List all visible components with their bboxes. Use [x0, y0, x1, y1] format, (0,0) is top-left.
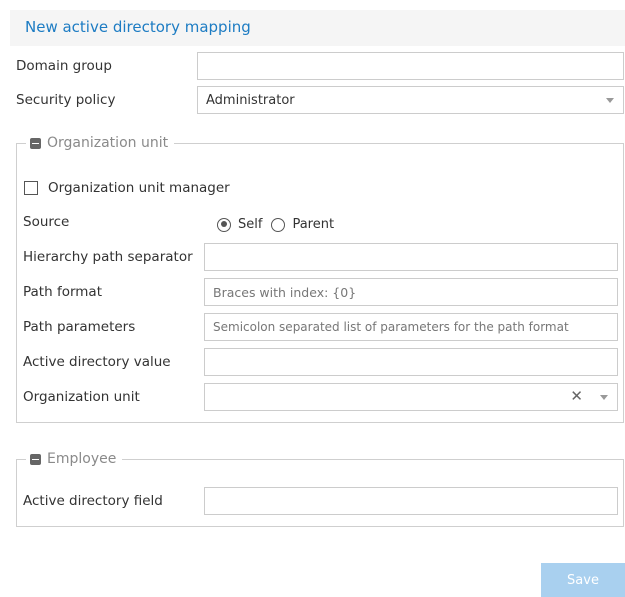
hierarchy-path-separator-input[interactable]: [204, 243, 618, 271]
source-radio-group: Self Parent: [217, 217, 343, 232]
mapping-form-page: New active directory mapping Domain grou…: [0, 0, 625, 597]
active-directory-value-label: Active directory value: [23, 354, 171, 370]
hierarchy-path-separator-label: Hierarchy path separator: [23, 249, 193, 265]
security-policy-label: Security policy: [16, 92, 116, 108]
active-directory-field-input[interactable]: [204, 487, 618, 515]
path-parameters-label: Path parameters: [23, 319, 136, 335]
collapse-minus-icon[interactable]: [30, 453, 41, 465]
active-directory-value-input[interactable]: [204, 348, 618, 376]
organization-unit-manager-checkbox[interactable]: [24, 181, 38, 195]
source-parent-radio[interactable]: [271, 217, 286, 232]
employee-legend-label: Employee: [47, 451, 117, 467]
source-label: Source: [23, 214, 70, 230]
organization-unit-manager-label: Organization unit manager: [48, 180, 230, 196]
path-format-label: Path format: [23, 284, 102, 300]
security-policy-select[interactable]: Administrator: [197, 86, 624, 114]
organization-unit-legend: Organization unit: [26, 133, 175, 153]
organization-unit-select[interactable]: ✕: [204, 383, 618, 411]
close-icon[interactable]: ✕: [570, 387, 583, 405]
form-header: New active directory mapping: [10, 10, 625, 46]
save-button[interactable]: Save: [541, 563, 625, 597]
chevron-down-icon[interactable]: [600, 395, 608, 400]
security-policy-value: Administrator: [206, 93, 295, 108]
source-self-label: Self: [238, 217, 263, 232]
domain-group-label: Domain group: [16, 58, 112, 74]
source-self-radio[interactable]: [217, 217, 231, 232]
employee-legend: Employee: [26, 449, 123, 469]
organization-unit-legend-label: Organization unit: [47, 135, 169, 151]
source-parent-label: Parent: [292, 217, 335, 232]
page-title: New active directory mapping: [25, 18, 251, 36]
active-directory-field-label: Active directory field: [23, 493, 163, 509]
collapse-minus-icon[interactable]: [30, 137, 41, 149]
chevron-down-icon[interactable]: [606, 98, 614, 103]
domain-group-input[interactable]: [197, 52, 624, 80]
path-parameters-input[interactable]: [204, 313, 618, 341]
path-format-input[interactable]: [204, 278, 618, 306]
organization-unit-label: Organization unit: [23, 389, 140, 405]
